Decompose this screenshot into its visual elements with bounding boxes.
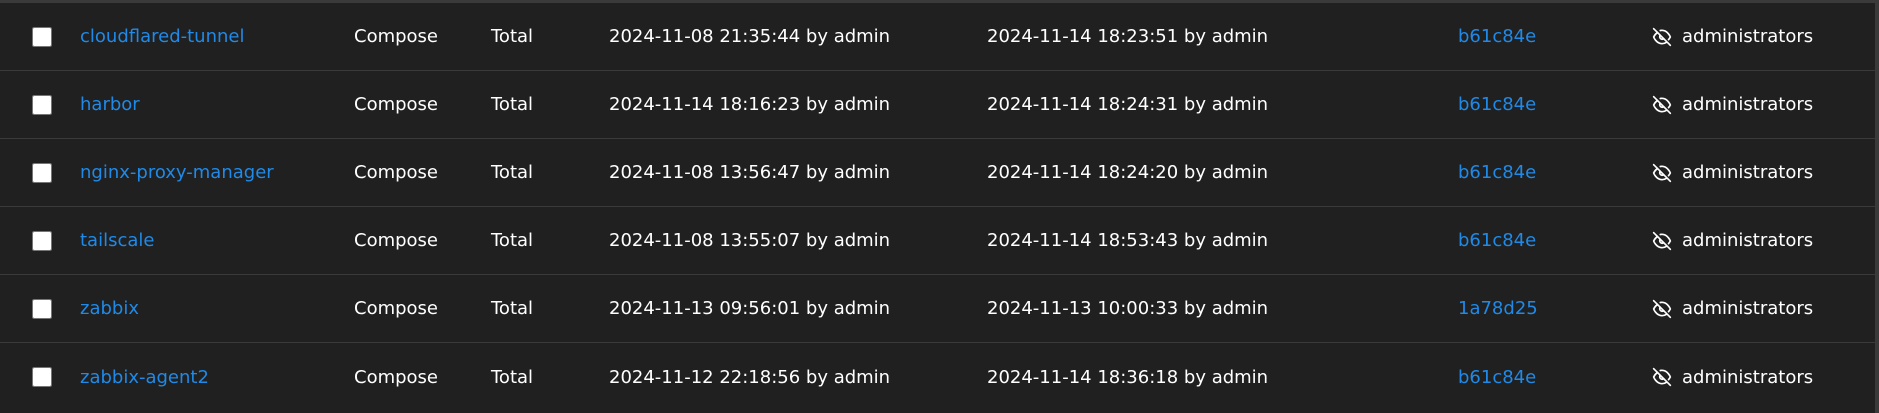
ownership-label: administrators bbox=[1682, 26, 1814, 47]
created-info: 2024-11-08 21:35:44 by admin bbox=[609, 26, 891, 47]
row-select-checkbox[interactable] bbox=[32, 94, 52, 115]
stack-type: Compose bbox=[354, 26, 439, 47]
ownership: administrators bbox=[1652, 3, 1813, 70]
control-level: Total bbox=[491, 26, 534, 47]
created-info: 2024-11-12 22:18:56 by admin bbox=[609, 366, 891, 388]
ownership: administrators bbox=[1652, 343, 1813, 411]
ownership-label: administrators bbox=[1682, 298, 1814, 319]
table-row: tailscale Compose Total 2024-11-08 13:55… bbox=[0, 207, 1879, 275]
control-level: Total bbox=[491, 230, 534, 251]
row-select-checkbox[interactable] bbox=[32, 367, 52, 387]
git-commit-link[interactable]: b61c84e bbox=[1458, 162, 1536, 183]
stack-type: Compose bbox=[354, 162, 439, 183]
ownership: administrators bbox=[1652, 275, 1813, 342]
table-row: harbor Compose Total 2024-11-14 18:16:23… bbox=[0, 71, 1879, 139]
ownership-label: administrators bbox=[1682, 230, 1814, 251]
stack-type: Compose bbox=[354, 366, 439, 388]
table-row: nginx-proxy-manager Compose Total 2024-1… bbox=[0, 139, 1879, 207]
ownership: administrators bbox=[1652, 71, 1813, 138]
created-info: 2024-11-13 09:56:01 by admin bbox=[609, 298, 891, 319]
updated-info: 2024-11-14 18:53:43 by admin bbox=[987, 230, 1269, 251]
stack-type: Compose bbox=[354, 230, 439, 251]
updated-info: 2024-11-14 18:36:18 by admin bbox=[987, 366, 1269, 388]
row-select-checkbox[interactable] bbox=[32, 298, 52, 319]
stack-name-link[interactable]: cloudflared-tunnel bbox=[80, 26, 244, 47]
updated-info: 2024-11-14 18:23:51 by admin bbox=[987, 26, 1269, 47]
updated-info: 2024-11-13 10:00:33 by admin bbox=[987, 298, 1269, 319]
eye-off-icon bbox=[1652, 27, 1672, 47]
stack-name-link[interactable]: nginx-proxy-manager bbox=[80, 162, 274, 183]
ownership-label: administrators bbox=[1682, 94, 1814, 115]
ownership-label: administrators bbox=[1682, 366, 1814, 388]
updated-info: 2024-11-14 18:24:20 by admin bbox=[987, 162, 1269, 183]
stack-name-link[interactable]: zabbix bbox=[80, 298, 139, 319]
git-commit-link[interactable]: b61c84e bbox=[1458, 94, 1536, 115]
stacks-table: cloudflared-tunnel Compose Total 2024-11… bbox=[0, 0, 1879, 413]
git-commit-link[interactable]: b61c84e bbox=[1458, 26, 1536, 47]
eye-off-icon bbox=[1652, 299, 1672, 319]
control-level: Total bbox=[491, 366, 534, 388]
eye-off-icon bbox=[1652, 163, 1672, 183]
ownership: administrators bbox=[1652, 207, 1813, 274]
row-select-checkbox[interactable] bbox=[32, 162, 52, 183]
stack-name-link[interactable]: tailscale bbox=[80, 230, 154, 251]
table-row: zabbix Compose Total 2024-11-13 09:56:01… bbox=[0, 275, 1879, 343]
ownership: administrators bbox=[1652, 139, 1813, 206]
eye-off-icon bbox=[1652, 95, 1672, 115]
updated-info: 2024-11-14 18:24:31 by admin bbox=[987, 94, 1269, 115]
git-commit-link[interactable]: b61c84e bbox=[1458, 230, 1536, 251]
control-level: Total bbox=[491, 298, 534, 319]
git-commit-link[interactable]: b61c84e bbox=[1458, 367, 1536, 388]
created-info: 2024-11-08 13:55:07 by admin bbox=[609, 230, 891, 251]
git-commit-link[interactable]: 1a78d25 bbox=[1458, 298, 1538, 319]
eye-off-icon bbox=[1652, 367, 1672, 387]
row-select-checkbox[interactable] bbox=[32, 26, 52, 47]
eye-off-icon bbox=[1652, 231, 1672, 251]
row-select-checkbox[interactable] bbox=[32, 230, 52, 251]
ownership-label: administrators bbox=[1682, 162, 1814, 183]
control-level: Total bbox=[491, 94, 534, 115]
stack-type: Compose bbox=[354, 298, 439, 319]
stack-name-link[interactable]: zabbix-agent2 bbox=[80, 367, 209, 388]
created-info: 2024-11-08 13:56:47 by admin bbox=[609, 162, 891, 183]
stack-type: Compose bbox=[354, 94, 439, 115]
created-info: 2024-11-14 18:16:23 by admin bbox=[609, 94, 891, 115]
table-row: cloudflared-tunnel Compose Total 2024-11… bbox=[0, 3, 1879, 71]
table-row: zabbix-agent2 Compose Total 2024-11-12 2… bbox=[0, 343, 1879, 411]
stack-name-link[interactable]: harbor bbox=[80, 94, 140, 115]
control-level: Total bbox=[491, 162, 534, 183]
